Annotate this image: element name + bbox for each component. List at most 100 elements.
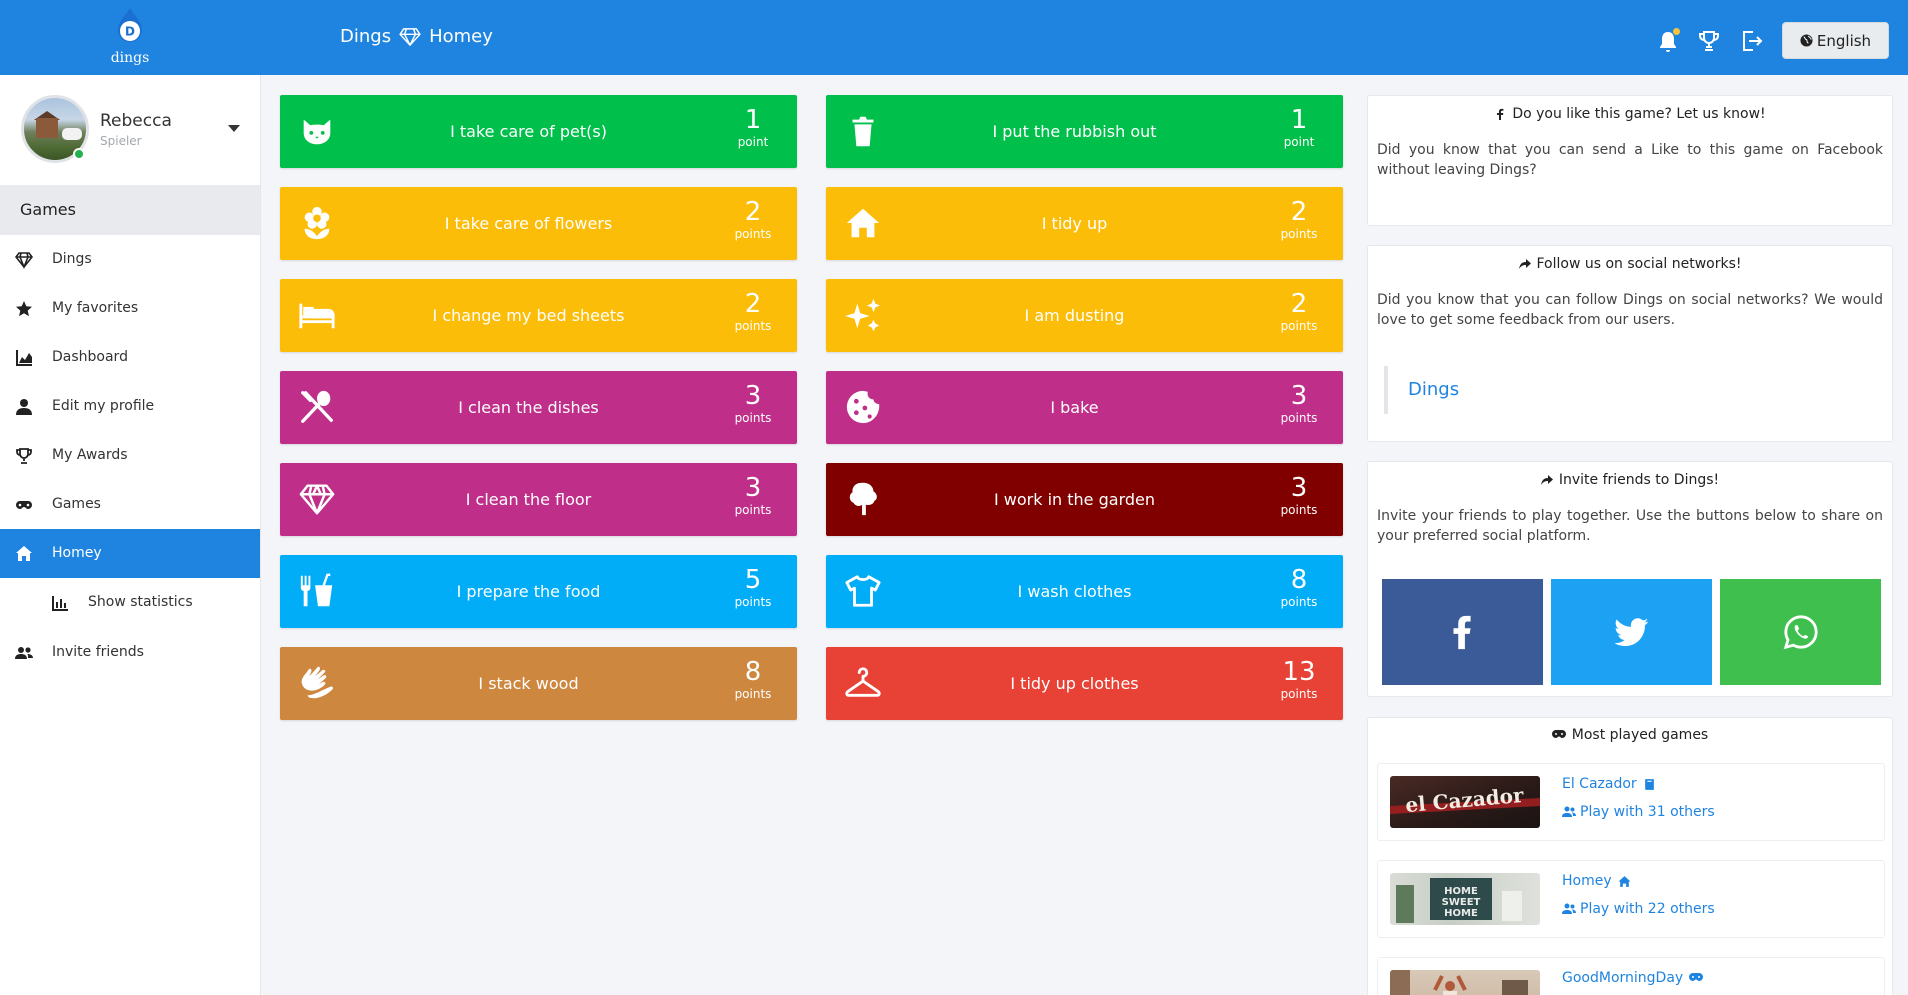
sidebar-item-label: Invite friends (52, 644, 144, 660)
sidebar-item-invite-friends[interactable]: Invite friends (0, 628, 260, 677)
task-card[interactable]: I take care of pet(s) 1 point (280, 95, 797, 168)
sidebar-item-label: Dashboard (52, 349, 128, 365)
trophy-icon[interactable] (1697, 29, 1721, 53)
task-title: I bake (1050, 398, 1099, 417)
book-icon (1644, 778, 1654, 790)
task-card[interactable]: I take care of flowers 2 points (280, 187, 797, 260)
facebook-icon (1497, 108, 1504, 120)
profile-card[interactable]: Rebecca Spieler (0, 75, 260, 185)
play-with-text: Play with 31 others (1580, 804, 1715, 820)
game-thumbnail[interactable]: HOME SWEET HOME (1390, 873, 1540, 925)
breadcrumb: Dings Homey (340, 26, 493, 47)
users-icon (1562, 903, 1576, 914)
game-name-text: Homey (1562, 873, 1612, 889)
home-icon (1618, 875, 1631, 887)
task-title: I prepare the food (456, 582, 601, 601)
points-unit: points (1280, 411, 1318, 425)
task-card[interactable]: I work in the garden 3 points (826, 463, 1343, 536)
sidebar-item-label: Homey (52, 545, 102, 561)
logout-icon[interactable] (1739, 29, 1763, 53)
points-unit: points (734, 319, 772, 333)
language-button[interactable]: English (1782, 22, 1889, 59)
hands-icon (301, 666, 333, 699)
task-card[interactable]: I am dusting 2 points (826, 279, 1343, 352)
panel-body: Did you know that you can send a Like to… (1377, 142, 1883, 178)
house-icon (846, 208, 880, 238)
task-card[interactable]: I put the rubbish out 1 point (826, 95, 1343, 168)
task-card[interactable]: I clean the dishes 3 points (280, 371, 797, 444)
task-title: I work in the garden (993, 490, 1156, 509)
game-row-homey[interactable]: HOME SWEET HOME Homey Play with 22 other… (1377, 860, 1885, 938)
nav-header-games: Games (0, 185, 260, 235)
share-facebook-button[interactable] (1382, 579, 1543, 685)
points-value: 3 (744, 473, 762, 503)
caret-down-icon[interactable] (228, 125, 240, 132)
game-name[interactable]: GoodMorningDay (1562, 970, 1704, 986)
game-thumbnail[interactable]: el Cazador (1390, 776, 1540, 828)
task-title: I take care of pet(s) (450, 122, 607, 141)
sidebar-item-dashboard[interactable]: Dashboard (0, 333, 260, 382)
gamepad-icon (1551, 730, 1566, 738)
task-card[interactable]: I prepare the food 5 points (280, 555, 797, 628)
game-thumbnail[interactable] (1390, 970, 1540, 995)
game-thumbnail-art: HOME SWEET HOME (1396, 878, 1522, 923)
game-row-goodmorningday[interactable]: GoodMorningDay (1377, 957, 1885, 995)
task-card[interactable]: I change my bed sheets 2 points (280, 279, 797, 352)
profile-name: Rebecca (100, 111, 172, 131)
panel-title-text: Do you like this game? Let us know! (1512, 106, 1766, 122)
task-card[interactable]: I stack wood 8 points (280, 647, 797, 720)
sidebar-item-label: Dings (52, 251, 92, 267)
task-card[interactable]: I tidy up clothes 13 points (826, 647, 1343, 720)
bed-icon (299, 303, 335, 329)
game-name[interactable]: Homey (1562, 873, 1631, 889)
task-card[interactable]: I clean the floor 3 points (280, 463, 797, 536)
sidebar-item-my-awards[interactable]: My Awards (0, 431, 260, 480)
game-name[interactable]: El Cazador (1562, 776, 1656, 792)
points-unit: points (734, 503, 772, 517)
share-twitter-button[interactable] (1551, 579, 1712, 685)
dings-social-link[interactable]: Dings (1384, 366, 1564, 414)
most-played-panel: Most played games el Cazador El Cazador … (1367, 717, 1893, 995)
sparkles-icon (844, 298, 881, 332)
task-points: 2 points (1269, 289, 1329, 333)
fork-cup-icon (300, 573, 333, 607)
task-card[interactable]: I wash clothes 8 points (826, 555, 1343, 628)
share-whatsapp-button[interactable] (1720, 579, 1881, 685)
game-thumbnail-art (1390, 970, 1528, 995)
task-points: 1 point (723, 105, 783, 149)
tree-icon (849, 482, 877, 516)
task-points: 13 points (1269, 657, 1329, 701)
breadcrumb-dings[interactable]: Dings (340, 26, 391, 47)
sidebar-item-my-favorites[interactable]: My favorites (0, 284, 260, 333)
sidebar-item-games[interactable]: Games (0, 480, 260, 529)
panel-title-text: Invite friends to Dings! (1558, 472, 1720, 488)
points-unit: points (734, 227, 772, 241)
sidebar-item-edit-profile[interactable]: Edit my profile (0, 382, 260, 431)
task-points: 5 points (723, 565, 783, 609)
brand-name: dings (110, 50, 150, 66)
task-points: 3 points (723, 381, 783, 425)
game-row-el-cazador[interactable]: el Cazador El Cazador Play with 31 other… (1377, 763, 1885, 841)
globe-icon (1800, 34, 1813, 47)
share-icon (1540, 475, 1553, 485)
task-points: 3 points (1269, 381, 1329, 425)
task-card[interactable]: I bake 3 points (826, 371, 1343, 444)
task-points: 1 point (1269, 105, 1329, 149)
tshirt-icon (845, 575, 881, 607)
play-with-link[interactable]: Play with 22 others (1562, 901, 1715, 917)
task-card[interactable]: I tidy up 2 points (826, 187, 1343, 260)
sidebar-item-homey[interactable]: Homey (0, 529, 260, 578)
points-value: 2 (744, 289, 762, 319)
task-title: I take care of flowers (444, 214, 613, 233)
sidebar-item-show-statistics[interactable]: Show statistics (0, 578, 260, 627)
points-unit: point (1283, 135, 1315, 149)
brand[interactable]: D dings (0, 0, 260, 75)
users-icon (1562, 806, 1576, 817)
breadcrumb-homey[interactable]: Homey (429, 26, 493, 47)
sidebar-item-dings[interactable]: Dings (0, 235, 260, 284)
play-with-link[interactable]: Play with 31 others (1562, 804, 1715, 820)
panel-title: Most played games (1368, 727, 1892, 743)
task-title: I put the rubbish out (992, 122, 1157, 141)
task-points: 2 points (723, 289, 783, 333)
game-name-text: GoodMorningDay (1562, 970, 1684, 986)
